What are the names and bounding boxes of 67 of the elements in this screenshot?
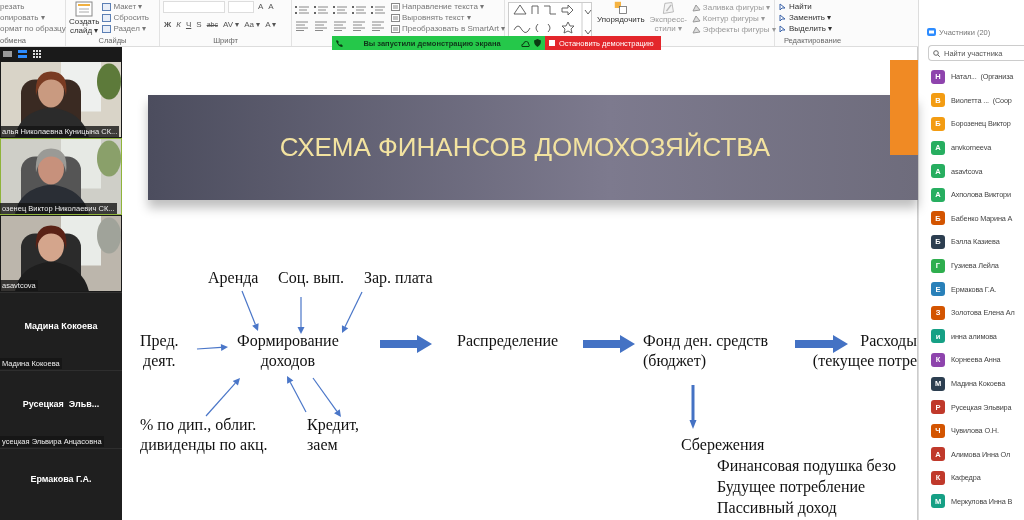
- format-button[interactable]: Ч: [184, 19, 193, 30]
- ribbon-command[interactable]: Выделить ▾: [778, 23, 847, 34]
- ribbon-command[interactable]: резать: [0, 1, 62, 12]
- video-icon: [927, 28, 936, 36]
- participant-name: Русецкая Эльв...: [22, 398, 100, 409]
- phone-icon: [336, 39, 343, 47]
- arrow: [196, 343, 228, 351]
- format-button[interactable]: AV ▾: [221, 19, 241, 30]
- ribbon-command[interactable]: Макет ▾: [102, 1, 149, 12]
- diagram-label: Зар. плата: [364, 268, 433, 288]
- grid-view-icon[interactable]: [33, 50, 41, 58]
- font-size-button[interactable]: A: [257, 2, 265, 12]
- arrow: [205, 378, 240, 417]
- text-box-icon: [391, 24, 400, 33]
- ribbon-command[interactable]: Раздел ▾: [102, 23, 149, 34]
- format-button[interactable]: A ▾: [264, 19, 278, 30]
- diagram-label: Финансовая подушка безо: [717, 456, 896, 476]
- diagram-label: % по дип., облиг. дивиденды по акц.: [140, 415, 268, 455]
- ribbon-command[interactable]: Сбросить: [102, 12, 149, 23]
- diagram-label: Распределение: [457, 331, 559, 351]
- diagram-label: Формирование доходов: [237, 331, 339, 371]
- speaker-view-icon[interactable]: [18, 50, 27, 58]
- diagram-label: Соц. вып.: [278, 268, 345, 288]
- diagram-label: Пассивный доход: [717, 498, 837, 518]
- align-left-icon[interactable]: [295, 21, 309, 31]
- shapes-gallery-drawing[interactable]: [508, 2, 592, 38]
- arrow: [312, 377, 341, 417]
- search-icon: [933, 50, 940, 57]
- ribbon-command[interactable]: опировать ▾: [0, 12, 62, 23]
- arrow: [341, 291, 363, 333]
- diagram-label: Сбережения: [681, 435, 765, 455]
- text-box-icon: [391, 13, 400, 22]
- diagram-label: Будущее потребление: [717, 477, 866, 497]
- arrow: [297, 296, 305, 334]
- cloud-icon: [521, 39, 530, 47]
- ribbon-command[interactable]: Найти: [778, 1, 847, 12]
- bullet-list-icon[interactable]: [295, 5, 309, 15]
- format-button[interactable]: S: [195, 19, 203, 30]
- arrow: [287, 376, 307, 413]
- font-size-button[interactable]: A: [267, 2, 275, 12]
- participant-name: Ермакова Г.А.: [30, 473, 92, 484]
- stop-icon: [549, 40, 555, 46]
- new-slide-button[interactable]: Создать слайд ▾: [69, 1, 100, 35]
- ribbon-command[interactable]: Преобразовать в SmartArt ▾: [391, 23, 506, 34]
- diagram-label: Пред. деят.: [140, 331, 179, 371]
- format-button[interactable]: Aa ▾: [243, 19, 262, 30]
- diagram-label: Аренда: [208, 268, 259, 288]
- format-button[interactable]: Ж: [163, 19, 173, 30]
- diagram-label: Расходы: [860, 331, 917, 351]
- diagram-label: (текущее потре: [812, 351, 917, 371]
- participant-name: Мадина Кокоева: [24, 320, 98, 331]
- arrange-button[interactable]: Упорядочить: [597, 1, 645, 24]
- shield-icon: [534, 39, 541, 47]
- ribbon-command[interactable]: Заменить ▾: [778, 12, 847, 23]
- block-arrow: [380, 335, 432, 353]
- ribbon-command[interactable]: Выровнять текст ▾: [391, 12, 506, 23]
- arrow: [241, 290, 259, 331]
- font-size-field[interactable]: [228, 1, 254, 13]
- block-arrow: [583, 335, 635, 353]
- arrow: [689, 385, 697, 429]
- ribbon-command[interactable]: Направление текста ▾: [391, 1, 506, 12]
- font-name-field[interactable]: [163, 1, 225, 13]
- block-arrow: [795, 335, 848, 353]
- diagram-label: Кредит, заем: [307, 415, 360, 455]
- format-button[interactable]: К: [175, 19, 182, 30]
- diagram-label: Фонд ден. средств (бюджет): [643, 331, 768, 371]
- slide-title: СХЕМА ФИНАНСОВ ДОМОХОЗЯЙСТВА: [279, 132, 771, 163]
